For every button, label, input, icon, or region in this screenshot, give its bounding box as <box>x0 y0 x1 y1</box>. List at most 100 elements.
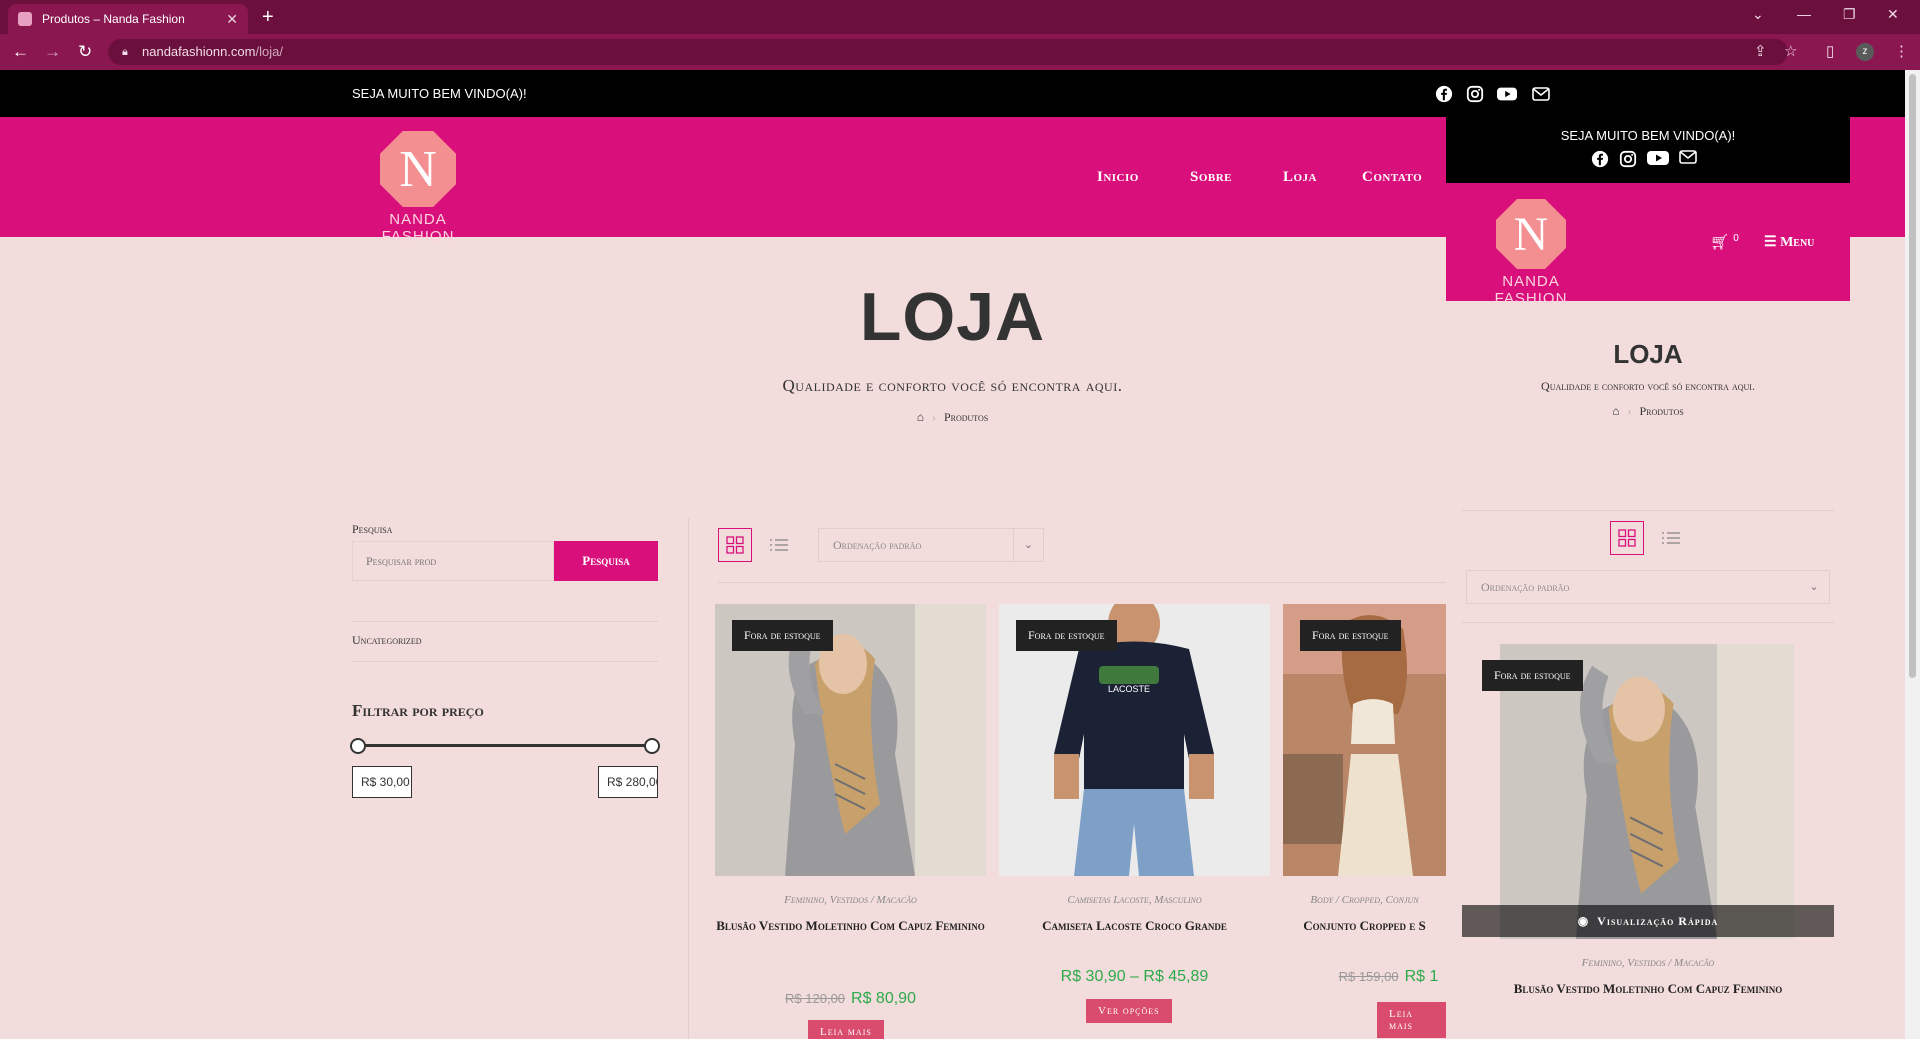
grid-view-button[interactable] <box>1610 521 1644 555</box>
product-name[interactable]: Blusão Vestido Moletinho Com Capuz Femin… <box>715 916 986 936</box>
youtube-icon[interactable] <box>1647 150 1669 173</box>
browser-tab-strip: Produtos – Nanda Fashion ✕ + ⌄ — ❐ ✕ <box>0 0 1920 34</box>
restore-icon[interactable]: ❐ <box>1843 6 1856 23</box>
side-panel-icon[interactable]: ▯ <box>1826 42 1834 60</box>
search-input[interactable] <box>352 541 554 581</box>
out-of-stock-badge: Fora de estoque <box>1300 620 1401 651</box>
scrollbar-thumb[interactable] <box>1909 74 1916 678</box>
mobile-product-name[interactable]: Blusão Vestido Moletinho Com Capuz Femin… <box>1446 979 1850 999</box>
grid-view-button[interactable] <box>718 528 752 562</box>
favicon-icon <box>18 12 32 26</box>
instagram-icon[interactable] <box>1619 150 1637 173</box>
page-scrollbar[interactable] <box>1905 70 1920 1039</box>
price-filter-title: Filtrar por preço <box>352 701 484 720</box>
read-more-button[interactable]: Leia mais <box>1377 1002 1446 1038</box>
mobile-preview: SEJA MUITO BEM VINDO(A)! N NANDA FASHION… <box>1446 117 1850 1039</box>
mobile-logo[interactable]: N NANDA FASHION <box>1466 199 1596 307</box>
grid-icon <box>726 536 744 554</box>
divider <box>1462 510 1834 511</box>
mobile-page-subtitle: Qualidade e conforto você só encontra aq… <box>1541 379 1755 393</box>
product-price: R$ 159,00 R$ 1 <box>1283 968 1446 986</box>
more-menu-icon[interactable]: ⋮ <box>1894 42 1909 60</box>
cart-button[interactable]: 🛒︎ 0 <box>1710 233 1739 251</box>
envelope-icon[interactable] <box>1679 150 1697 173</box>
product-card[interactable]: Fora de estoque Feminino, Vestidos / Mac… <box>715 604 986 1039</box>
mobile-sort-select[interactable]: Ordenação padrão ⌄ <box>1466 570 1830 604</box>
select-options-button[interactable]: Ver opções <box>1086 999 1172 1023</box>
product-card[interactable]: Fora de estoque Body / Cropped, Conjun C… <box>1283 604 1446 1039</box>
back-icon[interactable]: ← <box>12 42 29 62</box>
home-icon[interactable]: ⌂ <box>1612 404 1619 418</box>
nav-contato[interactable]: Contato <box>1362 169 1422 186</box>
read-more-button[interactable]: Leia mais <box>808 1020 884 1039</box>
divider <box>1462 622 1834 623</box>
address-bar[interactable]: 🔒︎ nandafashionn.com/loja/ <box>108 39 1788 65</box>
product-categories[interactable]: Camisetas Lacoste, Masculino <box>999 894 1270 906</box>
divider <box>718 582 1446 583</box>
profile-avatar[interactable]: z <box>1856 43 1874 61</box>
product-name[interactable]: Conjunto Cropped e S <box>1283 916 1446 936</box>
site-logo[interactable]: N NANDA FASHION <box>352 131 484 245</box>
price-min-input[interactable]: R$ 30,00 <box>352 766 412 798</box>
list-icon <box>770 539 788 551</box>
sort-select[interactable]: Ordenação padrão ⌄ <box>818 528 1044 562</box>
youtube-icon[interactable] <box>1497 84 1517 104</box>
instagram-icon[interactable] <box>1465 84 1485 104</box>
sort-selected: Ordenação padrão <box>833 538 922 552</box>
welcome-text: SEJA MUITO BEM VINDO(A)! <box>352 86 527 101</box>
price-slider-track[interactable] <box>358 744 652 747</box>
minimize-icon[interactable]: — <box>1797 6 1811 22</box>
list-view-button[interactable] <box>762 528 796 562</box>
facebook-icon[interactable] <box>1591 150 1609 173</box>
mobile-menu-button[interactable]: ☰ Menu <box>1764 234 1814 251</box>
eye-icon: ◉ <box>1577 913 1590 928</box>
browser-tab[interactable]: Produtos – Nanda Fashion ✕ <box>8 4 248 34</box>
list-icon <box>1662 532 1680 544</box>
list-view-button[interactable] <box>1654 521 1688 555</box>
lock-icon: 🔒︎ <box>122 46 128 58</box>
product-categories[interactable]: Body / Cropped, Conjun <box>1283 894 1446 906</box>
mobile-product-categories[interactable]: Feminino, Vestidos / Macacão <box>1446 957 1850 969</box>
breadcrumb: ⌂ › Produtos <box>850 410 1055 425</box>
product-price: R$ 30,90 – R$ 45,89 <box>999 968 1270 986</box>
price-range: R$ 30,90 – R$ 45,89 <box>1060 968 1209 985</box>
divider <box>352 621 658 622</box>
bookmark-star-icon[interactable]: ☆ <box>1784 42 1797 60</box>
tab-search-icon[interactable]: ⌄ <box>1752 6 1764 23</box>
search-button[interactable]: Pesquisa <box>554 541 658 581</box>
share-icon[interactable]: ⇪ <box>1754 42 1767 60</box>
home-icon[interactable]: ⌂ <box>917 410 924 424</box>
forward-icon[interactable]: → <box>44 42 61 62</box>
logo-mark: N <box>380 131 456 207</box>
nav-inicio[interactable]: Inicio <box>1097 169 1139 186</box>
close-tab-icon[interactable]: ✕ <box>226 11 238 28</box>
price-slider-min-handle[interactable] <box>350 738 366 754</box>
product-name[interactable]: Camiseta Lacoste Croco Grande <box>999 916 1270 936</box>
cart-icon: 🛒︎ <box>1710 234 1730 251</box>
nav-loja[interactable]: Loja <box>1283 169 1317 186</box>
new-tab-icon[interactable]: + <box>262 6 274 29</box>
reload-icon[interactable]: ↻ <box>78 42 92 62</box>
close-window-icon[interactable]: ✕ <box>1887 6 1899 23</box>
product-card[interactable]: LACOSTE Fora de estoque Camisetas Lacost… <box>999 604 1270 1039</box>
price-new: R$ 1 <box>1404 968 1439 985</box>
breadcrumb-separator: › <box>931 410 936 424</box>
price-max-input[interactable]: R$ 280,00 <box>598 766 658 798</box>
sort-selected: Ordenação padrão <box>1481 580 1570 594</box>
product-categories[interactable]: Feminino, Vestidos / Macacão <box>715 894 986 906</box>
price-old: R$ 159,00 <box>1338 969 1399 984</box>
nav-sobre[interactable]: Sobre <box>1190 169 1232 186</box>
out-of-stock-badge: Fora de estoque <box>732 620 833 651</box>
url-host: nandafashionn.com <box>142 44 256 59</box>
category-link-uncategorized[interactable]: Uncategorized <box>352 633 422 648</box>
lacoste-print: LACOSTE <box>1108 684 1150 694</box>
quick-view-button[interactable]: ◉ Visualização Rápida <box>1462 905 1834 937</box>
envelope-icon[interactable] <box>1531 84 1551 104</box>
quick-view-label: Visualização Rápida <box>1597 913 1719 928</box>
price-new: R$ 80,90 <box>851 990 916 1007</box>
url-path: /loja/ <box>255 44 283 59</box>
out-of-stock-badge: Fora de estoque <box>1482 660 1583 691</box>
facebook-icon[interactable] <box>1434 84 1454 104</box>
mobile-page-title: LOJA <box>1613 339 1683 369</box>
price-slider-max-handle[interactable] <box>644 738 660 754</box>
